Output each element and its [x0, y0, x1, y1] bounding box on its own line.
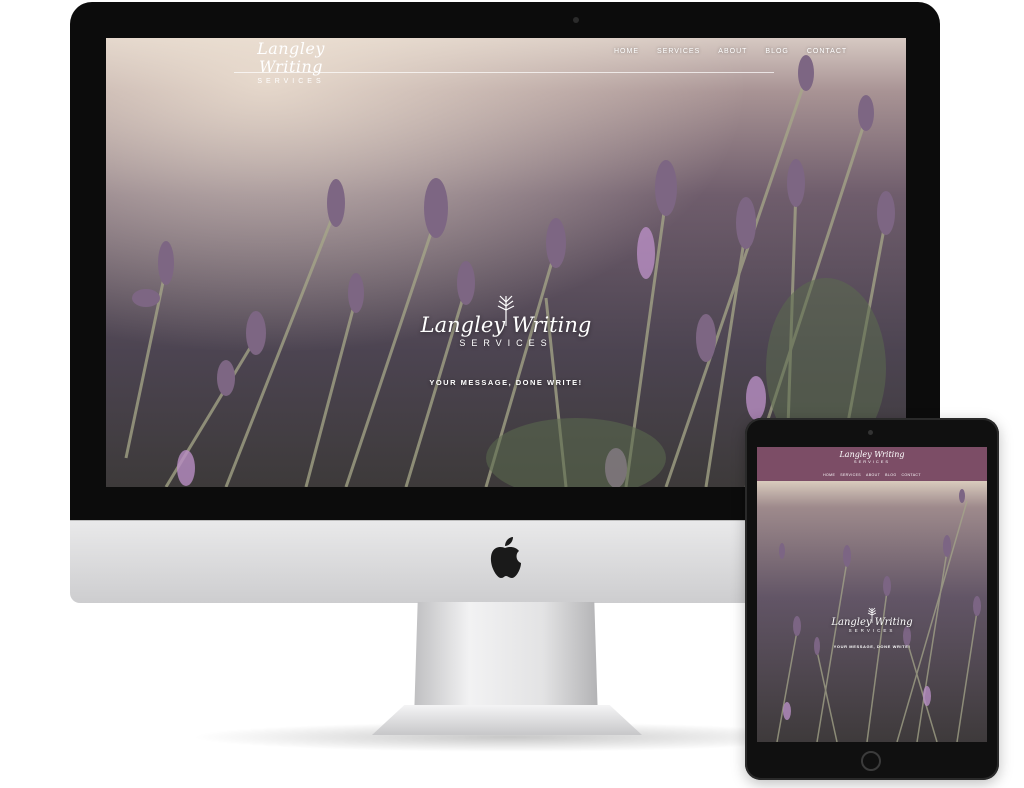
tablet-header-logo[interactable]: Langley Writing SERVICES: [822, 450, 922, 464]
tablet-logo-caps: SERVICES: [853, 459, 891, 464]
site-header: Langley Writing SERVICES HOME SERVICES A…: [106, 38, 906, 85]
nav-item-contact[interactable]: CONTACT: [807, 48, 847, 55]
tablet-hero-logo: Langley Writing SERVICES: [822, 605, 922, 633]
imac-camera: [573, 17, 579, 23]
hero-script-text: Langley Writing: [420, 313, 592, 337]
tablet-hero-caps: SERVICES: [848, 628, 896, 633]
tablet-nav-contact[interactable]: CONTACT: [901, 473, 920, 477]
apple-logo-icon: [490, 537, 521, 578]
header-logo[interactable]: Langley Writing SERVICES: [236, 40, 346, 86]
nav-item-about[interactable]: ABOUT: [718, 48, 747, 55]
nav-item-services[interactable]: SERVICES: [657, 48, 700, 55]
ipad-camera: [868, 430, 873, 435]
nav-item-blog[interactable]: BLOG: [765, 48, 788, 55]
tablet-nav: HOME SERVICES ABOUT BLOG CONTACT: [757, 473, 987, 477]
tablet-hero-tagline: YOUR MESSAGE, DONE WRITE!: [833, 644, 911, 649]
header-divider: [234, 72, 774, 73]
nav-item-home[interactable]: HOME: [614, 48, 639, 55]
imac-stand-neck: [414, 602, 598, 720]
hero-tagline: YOUR MESSAGE, DONE WRITE!: [429, 378, 583, 387]
logo-caps-text: SERVICES: [257, 78, 325, 85]
tablet-nav-about[interactable]: ABOUT: [866, 473, 880, 477]
tablet-hero-script: Langley Writing: [831, 617, 913, 628]
imac-stand-foot: [372, 705, 642, 735]
tablet-website-screen: Langley Writing SERVICES HOME SERVICES A…: [757, 447, 987, 742]
logo-script-text: Langley Writing: [257, 39, 325, 76]
tablet-logo-script: Langley Writing: [839, 450, 905, 459]
tablet-nav-home[interactable]: HOME: [823, 473, 835, 477]
main-nav: HOME SERVICES ABOUT BLOG CONTACT: [614, 48, 847, 55]
tablet-nav-blog[interactable]: BLOG: [885, 473, 896, 477]
hero-logo: Langley Writing SERVICES: [406, 290, 606, 348]
hero-caps-text: SERVICES: [459, 338, 553, 348]
tablet-site-header: Langley Writing SERVICES HOME SERVICES A…: [757, 447, 987, 481]
tablet-nav-services[interactable]: SERVICES: [840, 473, 861, 477]
ipad-home-button[interactable]: [861, 751, 881, 771]
